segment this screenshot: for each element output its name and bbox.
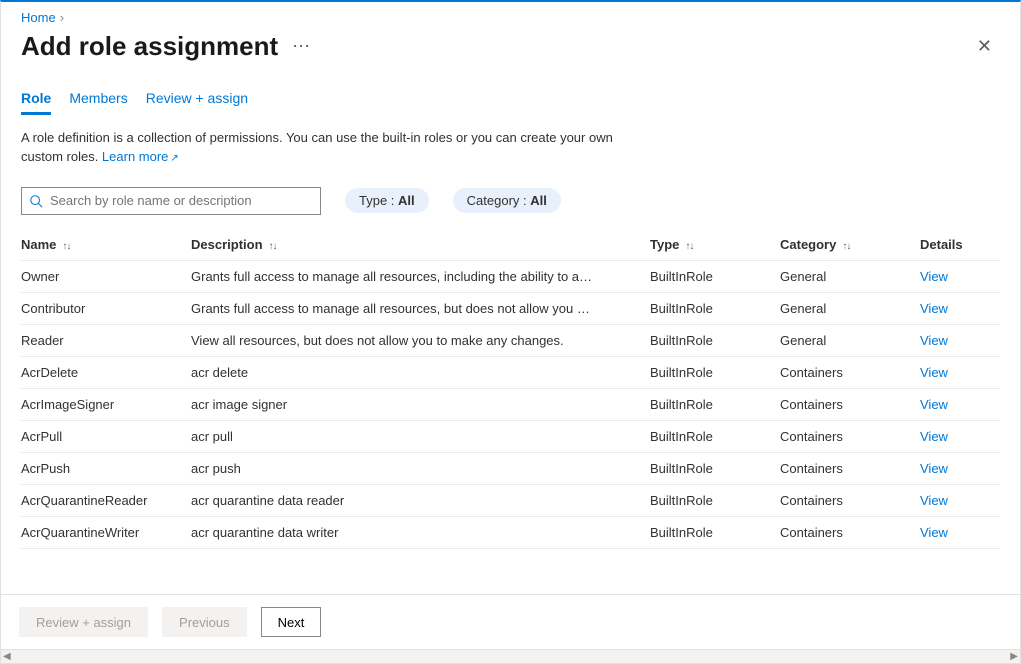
cell-type: BuiltInRole xyxy=(650,420,780,452)
cell-category: General xyxy=(780,324,920,356)
previous-button[interactable]: Previous xyxy=(162,607,247,637)
table-row[interactable]: ContributorGrants full access to manage … xyxy=(21,292,1000,324)
cell-name: AcrDelete xyxy=(21,356,191,388)
more-actions-button[interactable]: ⋯ xyxy=(292,36,311,57)
view-link[interactable]: View xyxy=(920,493,948,508)
cell-category: General xyxy=(780,260,920,292)
view-link[interactable]: View xyxy=(920,269,948,284)
column-header-details: Details xyxy=(920,227,1000,261)
cell-category: Containers xyxy=(780,388,920,420)
cell-name: AcrPull xyxy=(21,420,191,452)
cell-type: BuiltInRole xyxy=(650,356,780,388)
tab-review-assign[interactable]: Review + assign xyxy=(146,90,248,115)
cell-name: AcrImageSigner xyxy=(21,388,191,420)
cell-type: BuiltInRole xyxy=(650,484,780,516)
breadcrumb-home[interactable]: Home xyxy=(21,10,56,25)
tab-members[interactable]: Members xyxy=(69,90,127,115)
cell-name: AcrPush xyxy=(21,452,191,484)
chevron-right-icon: › xyxy=(60,10,64,25)
table-row[interactable]: OwnerGrants full access to manage all re… xyxy=(21,260,1000,292)
column-header-type[interactable]: Type↑↓ xyxy=(650,227,780,261)
sort-icon: ↑↓ xyxy=(685,241,693,252)
breadcrumb: Home › xyxy=(1,2,1020,27)
cell-description: acr pull xyxy=(191,420,650,452)
view-link[interactable]: View xyxy=(920,461,948,476)
cell-description: Grants full access to manage all resourc… xyxy=(191,292,650,324)
cell-name: Reader xyxy=(21,324,191,356)
cell-name: AcrQuarantineReader xyxy=(21,484,191,516)
column-header-description[interactable]: Description↑↓ xyxy=(191,227,650,261)
description-text: A role definition is a collection of per… xyxy=(1,115,641,171)
cell-type: BuiltInRole xyxy=(650,452,780,484)
cell-description: acr quarantine data reader xyxy=(191,484,650,516)
cell-category: Containers xyxy=(780,516,920,548)
table-row[interactable]: AcrQuarantineWriteracr quarantine data w… xyxy=(21,516,1000,548)
roles-table: Name↑↓ Description↑↓ Type↑↓ Category↑↓ D… xyxy=(21,227,1000,549)
close-button[interactable]: ✕ xyxy=(969,32,1000,61)
cell-category: Containers xyxy=(780,420,920,452)
tab-role[interactable]: Role xyxy=(21,90,51,115)
cell-category: Containers xyxy=(780,356,920,388)
cell-description: Grants full access to manage all resourc… xyxy=(191,260,650,292)
filter-category[interactable]: Category : All xyxy=(453,188,561,213)
footer-actions: Review + assign Previous Next xyxy=(1,594,1020,649)
page-title: Add role assignment xyxy=(21,31,278,62)
view-link[interactable]: View xyxy=(920,301,948,316)
cell-category: General xyxy=(780,292,920,324)
view-link[interactable]: View xyxy=(920,429,948,444)
search-input[interactable] xyxy=(21,187,321,215)
review-assign-button[interactable]: Review + assign xyxy=(19,607,148,637)
cell-name: AcrQuarantineWriter xyxy=(21,516,191,548)
cell-name: Contributor xyxy=(21,292,191,324)
cell-description: acr quarantine data writer xyxy=(191,516,650,548)
filter-type[interactable]: Type : All xyxy=(345,188,429,213)
cell-description: acr image signer xyxy=(191,388,650,420)
table-row[interactable]: AcrImageSigneracr image signerBuiltInRol… xyxy=(21,388,1000,420)
sort-icon: ↑↓ xyxy=(62,241,70,252)
cell-type: BuiltInRole xyxy=(650,516,780,548)
sort-icon: ↑↓ xyxy=(842,241,850,252)
sort-icon: ↑↓ xyxy=(269,241,277,252)
next-button[interactable]: Next xyxy=(261,607,322,637)
table-row[interactable]: AcrPullacr pullBuiltInRoleContainersView xyxy=(21,420,1000,452)
cell-name: Owner xyxy=(21,260,191,292)
cell-description: acr push xyxy=(191,452,650,484)
table-row[interactable]: AcrPushacr pushBuiltInRoleContainersView xyxy=(21,452,1000,484)
learn-more-link[interactable]: Learn more↗ xyxy=(102,149,179,164)
cell-category: Containers xyxy=(780,484,920,516)
cell-type: BuiltInRole xyxy=(650,292,780,324)
column-header-name[interactable]: Name↑↓ xyxy=(21,227,191,261)
external-link-icon: ↗ xyxy=(170,153,178,164)
view-link[interactable]: View xyxy=(920,397,948,412)
view-link[interactable]: View xyxy=(920,333,948,348)
cell-description: acr delete xyxy=(191,356,650,388)
cell-type: BuiltInRole xyxy=(650,388,780,420)
tabs: Role Members Review + assign xyxy=(1,70,1020,115)
table-row[interactable]: ReaderView all resources, but does not a… xyxy=(21,324,1000,356)
table-row[interactable]: AcrQuarantineReaderacr quarantine data r… xyxy=(21,484,1000,516)
cell-type: BuiltInRole xyxy=(650,260,780,292)
view-link[interactable]: View xyxy=(920,365,948,380)
table-row[interactable]: AcrDeleteacr deleteBuiltInRoleContainers… xyxy=(21,356,1000,388)
column-header-category[interactable]: Category↑↓ xyxy=(780,227,920,261)
cell-category: Containers xyxy=(780,452,920,484)
horizontal-scrollbar[interactable]: ◀▶ xyxy=(1,649,1020,663)
cell-type: BuiltInRole xyxy=(650,324,780,356)
cell-description: View all resources, but does not allow y… xyxy=(191,324,650,356)
view-link[interactable]: View xyxy=(920,525,948,540)
